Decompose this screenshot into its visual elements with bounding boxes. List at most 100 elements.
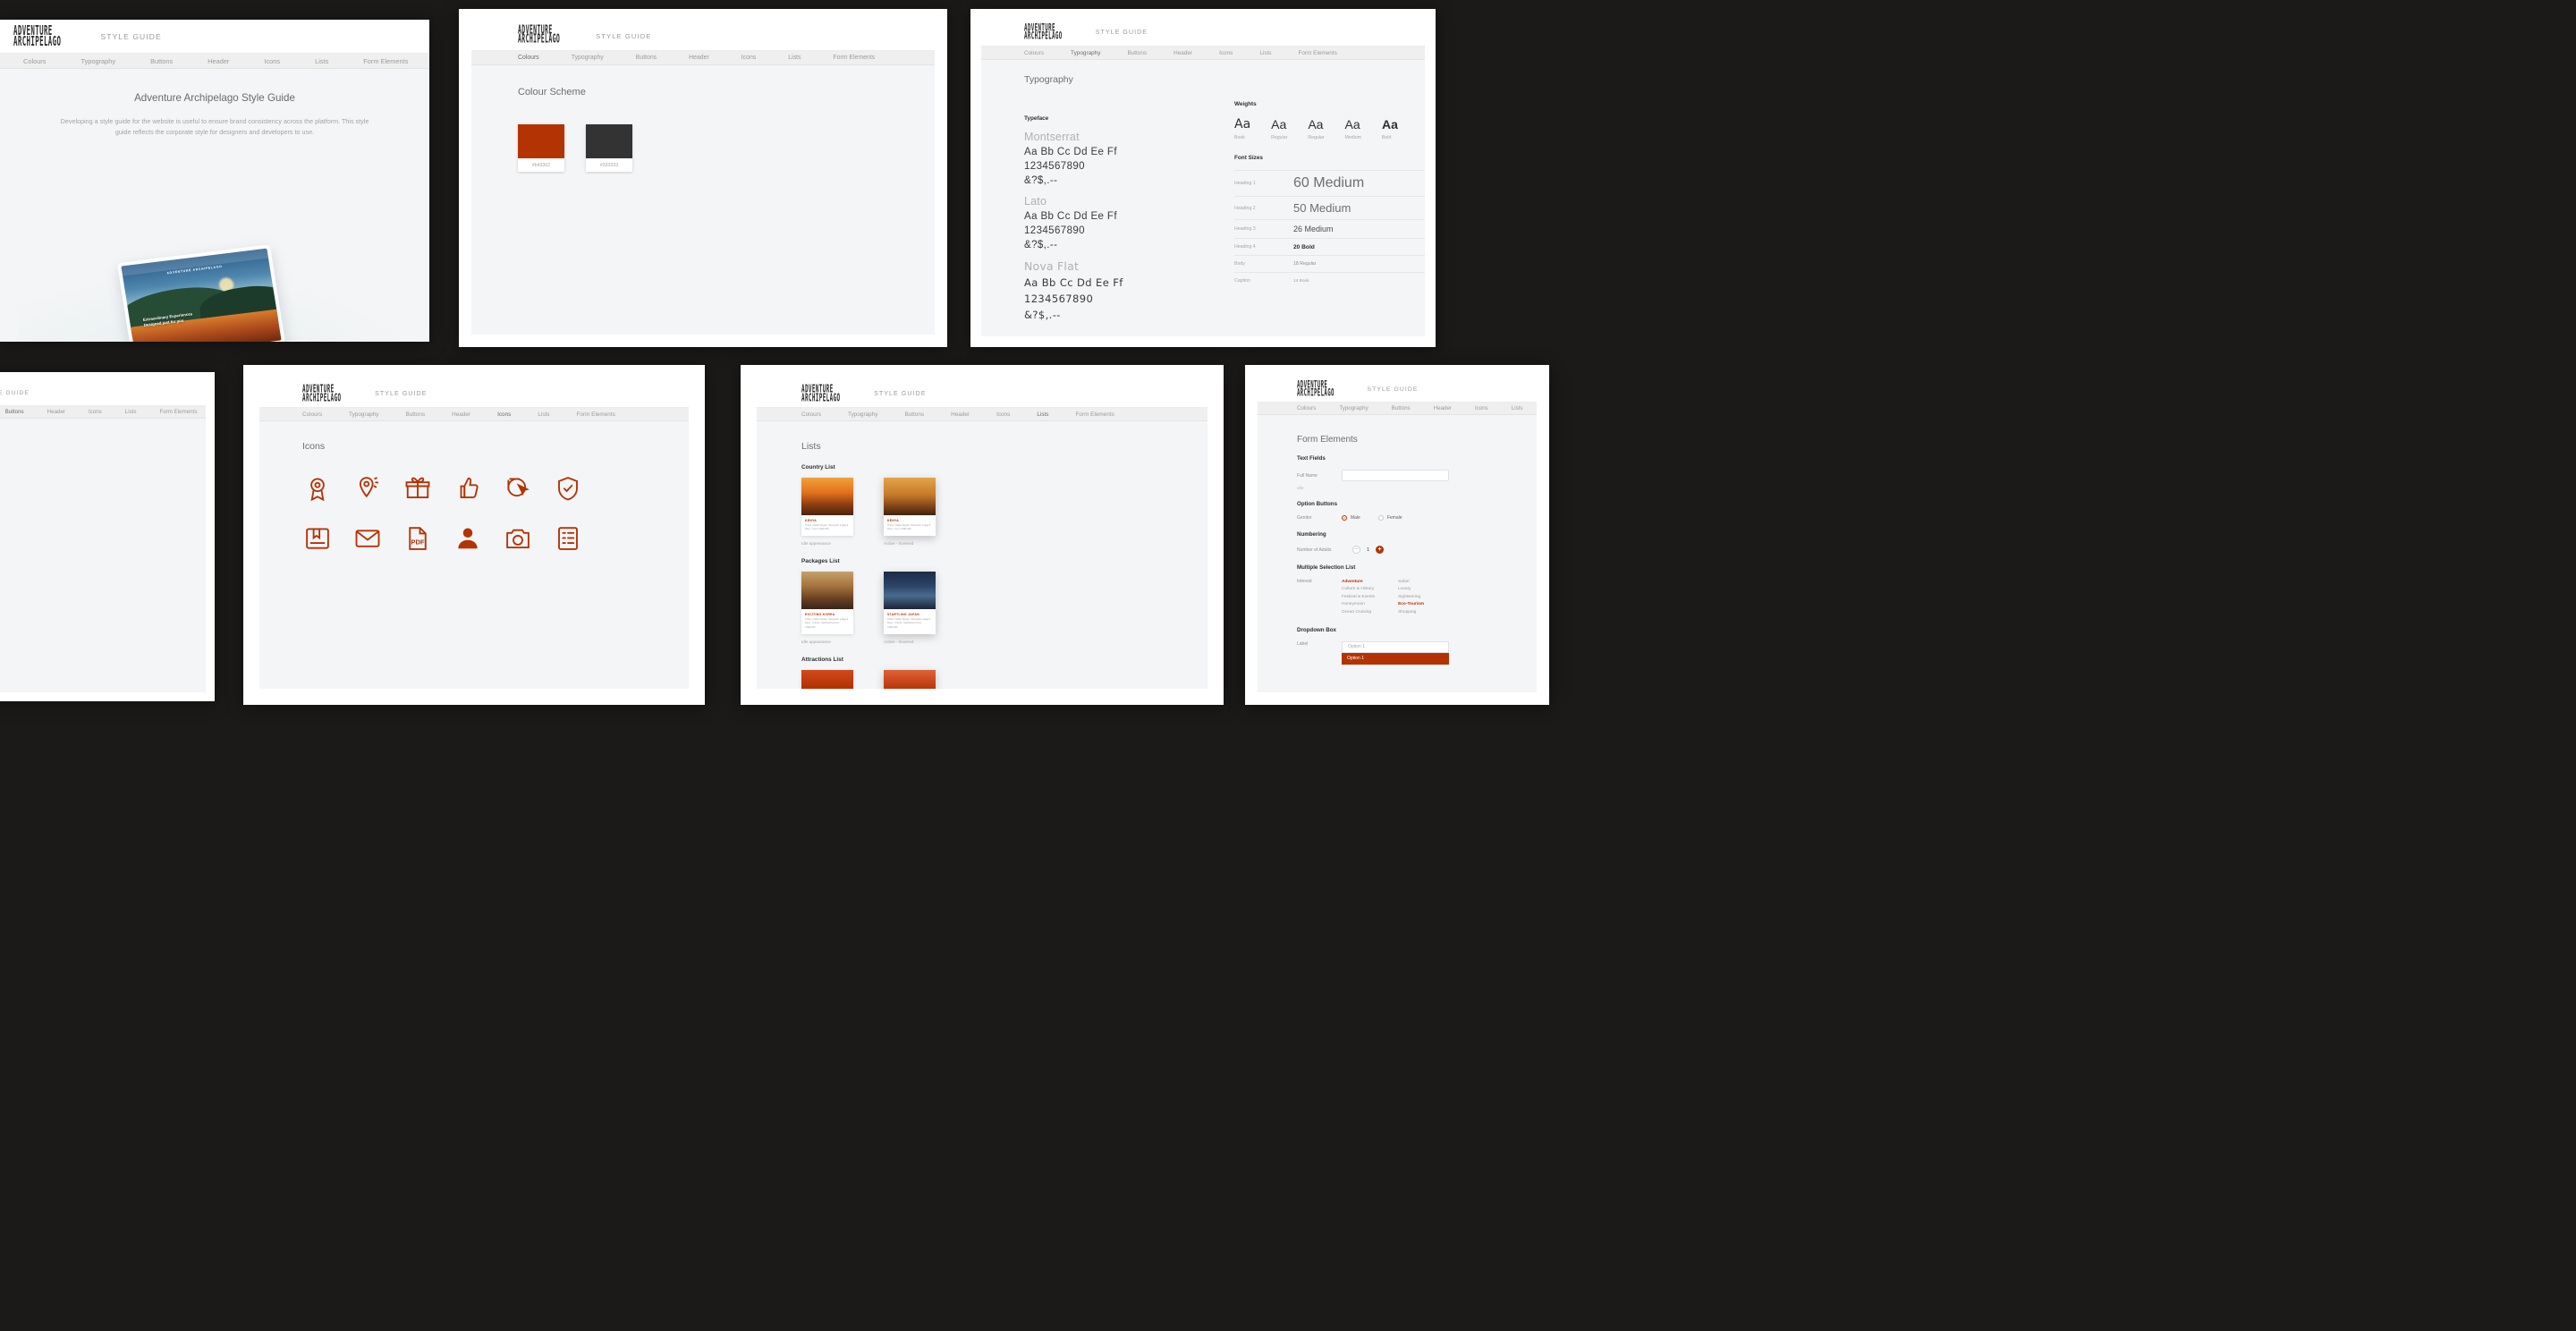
interest-option[interactable]: Ocean Cruising — [1342, 609, 1375, 616]
nav-item-form-elements[interactable]: Form Elements — [363, 57, 408, 65]
nav-item-header[interactable]: Header — [452, 411, 470, 418]
checklist-icon[interactable] — [553, 525, 583, 552]
nav-item-icons[interactable]: Icons — [996, 411, 1010, 418]
interest-option[interactable]: Sightseeing — [1398, 594, 1424, 601]
nav-item-lists[interactable]: Lists — [788, 55, 801, 61]
interest-option[interactable]: Shopping — [1398, 609, 1424, 616]
thumbs-up-icon[interactable] — [453, 475, 483, 502]
list-item[interactable]: STARTLING JAPAN Tribes I Safari Region I… — [884, 572, 936, 634]
colour-swatch-dark[interactable]: #333333 — [586, 124, 632, 172]
colour-swatch-primary[interactable]: #b43302 — [518, 124, 564, 172]
nav-item-form-elements[interactable]: Form Elements — [1299, 50, 1337, 56]
list-item[interactable]: EXCITING KOREA Tribes I Safari Region I … — [801, 572, 853, 634]
pdf-file-icon[interactable]: PDF — [402, 525, 433, 552]
interest-option[interactable]: Luxury — [1398, 586, 1424, 593]
nav-item-icons[interactable]: Icons — [264, 57, 280, 65]
nav-item-typography[interactable]: Typography — [572, 55, 604, 61]
nav-item-form-elements[interactable]: Form Elements — [1076, 411, 1114, 418]
envelope-icon[interactable] — [352, 525, 383, 552]
logo-mark: ADVENTURE ARCHIPELAGO — [801, 385, 864, 403]
site-header: ADVENTURE ARCHIPELAGO STYLE GUIDE — [981, 20, 1425, 47]
list-card-wrapper: EXCITING KOREA Tribes I Safari Region I … — [801, 572, 853, 644]
nav-item-buttons[interactable]: Buttons — [1392, 405, 1411, 411]
shield-check-icon[interactable] — [553, 475, 583, 502]
stepper-decrement-button[interactable]: − — [1352, 546, 1360, 554]
nav-item-header[interactable]: Header — [1434, 405, 1452, 411]
gift-box-icon[interactable] — [402, 475, 433, 502]
nav-item-colours[interactable]: Colours — [801, 411, 821, 418]
nav-item-typography[interactable]: Typography — [80, 57, 115, 65]
user-profile-icon[interactable] — [453, 525, 483, 552]
nav-item-typography[interactable]: Typography — [1339, 405, 1368, 411]
list-item[interactable] — [801, 669, 853, 689]
full-name-input[interactable] — [1342, 470, 1449, 481]
logo[interactable]: ADVENTURE ARCHIPELAGO STYLE GUIDE — [518, 24, 651, 45]
dropdown-option[interactable]: Option 1 — [1342, 652, 1449, 665]
nav-item-lists[interactable]: Lists — [315, 57, 328, 65]
map-pin-click-icon[interactable] — [503, 475, 533, 502]
nav-item-typography[interactable]: Typography — [349, 411, 378, 418]
nav-item-header[interactable]: Header — [689, 55, 709, 61]
nav-item-typography[interactable]: Typography — [848, 411, 877, 418]
radio-female[interactable]: Female — [1377, 515, 1402, 521]
interest-option[interactable]: Festival & Events — [1342, 594, 1375, 601]
location-pin-idea-icon[interactable] — [352, 475, 383, 502]
list-item[interactable] — [884, 669, 936, 689]
nav-item-typography[interactable]: Typography — [1071, 50, 1100, 56]
nav-item-colours[interactable]: Colours — [1297, 405, 1316, 411]
list-item[interactable]: KENYA Tribes I Safari Region I Romantic … — [801, 478, 853, 537]
bookmark-card-icon[interactable] — [302, 525, 333, 552]
award-badge-icon[interactable] — [302, 475, 333, 502]
nav-item-buttons[interactable]: Buttons — [904, 411, 924, 418]
interest-option[interactable]: Safari — [1398, 579, 1424, 586]
laptop: ADVENTURE ARCHIPELAGO Extraordinary Expe… — [110, 244, 309, 342]
icon-grid: PDF — [259, 452, 689, 552]
interest-option[interactable]: Eco-Tourism — [1398, 601, 1424, 608]
card-title: EXCITING KOREA — [805, 613, 835, 617]
logo[interactable]: ADVENTURE ARCHIPELAGO STYLE GUIDE — [1024, 22, 1148, 40]
interest-option[interactable]: Honeymoon — [1342, 601, 1375, 608]
nav-item-icons[interactable]: Icons — [89, 409, 102, 415]
nav-item-buttons[interactable]: Buttons — [405, 411, 425, 418]
nav-item-colours[interactable]: Colours — [518, 55, 539, 61]
nav-item-lists[interactable]: Lists — [1512, 405, 1523, 411]
radio-male[interactable]: Male — [1342, 515, 1360, 521]
list-item[interactable]: KENYA Tribes I Safari Region I Romantic … — [884, 478, 936, 537]
nav-item-colours[interactable]: Colours — [1024, 50, 1044, 56]
camera-icon[interactable] — [503, 525, 533, 552]
nav-item-header[interactable]: Header — [951, 411, 970, 418]
nav-item-header[interactable]: Header — [208, 57, 229, 65]
nav-item-lists[interactable]: Lists — [125, 409, 137, 415]
nav-item-icons[interactable]: Icons — [497, 411, 511, 418]
dropdown-box[interactable]: Option 1 Option 1 — [1342, 640, 1449, 665]
weight-label: Bold — [1381, 135, 1392, 140]
logo-mark: ADVENTURE ARCHIPELAGO — [13, 23, 90, 47]
nav-item-colours[interactable]: Colours — [302, 411, 322, 418]
interest-option[interactable]: Adventure — [1342, 579, 1375, 586]
nav-item-header[interactable]: Header — [1174, 50, 1192, 56]
stepper-increment-button[interactable]: + — [1376, 546, 1384, 554]
nav-item-form-elements[interactable]: Form Elements — [577, 411, 615, 418]
nav-item-icons[interactable]: Icons — [1475, 405, 1488, 411]
nav-item-colours[interactable]: Colours — [23, 57, 46, 65]
nav-item-header[interactable]: Header — [47, 409, 65, 415]
logo[interactable]: ADVENTURE ARCHIPELAGO STYLE GUIDE — [0, 386, 30, 401]
logo[interactable]: ADVENTURE ARCHIPELAGO STYLE GUIDE — [13, 23, 161, 47]
nav-item-buttons[interactable]: Buttons — [150, 57, 173, 65]
nav-item-form-elements[interactable]: Form Elements — [159, 409, 197, 415]
logo[interactable]: ADVENTURE ARCHIPELAGO STYLE GUIDE — [801, 385, 927, 403]
nav-item-buttons[interactable]: Buttons — [5, 409, 24, 415]
dropdown-selected-value[interactable]: Option 1 — [1342, 640, 1449, 653]
nav-item-icons[interactable]: Icons — [1219, 50, 1233, 56]
nav-item-buttons[interactable]: Buttons — [636, 55, 657, 61]
nav-item-lists[interactable]: Lists — [1259, 50, 1271, 56]
nav-item-buttons[interactable]: Buttons — [1127, 50, 1147, 56]
nav-item-lists[interactable]: Lists — [1037, 411, 1048, 418]
weight-glyph: Aa — [1381, 117, 1398, 131]
nav-item-form-elements[interactable]: Form Elements — [833, 55, 875, 61]
nav-item-lists[interactable]: Lists — [538, 411, 549, 418]
logo[interactable]: ADVENTURE ARCHIPELAGO STYLE GUIDE — [302, 385, 428, 403]
nav-item-icons[interactable]: Icons — [741, 55, 756, 61]
logo[interactable]: ADVENTURE ARCHIPELAGO STYLE GUIDE — [1297, 380, 1419, 398]
interest-option[interactable]: Culture & History — [1342, 586, 1375, 593]
